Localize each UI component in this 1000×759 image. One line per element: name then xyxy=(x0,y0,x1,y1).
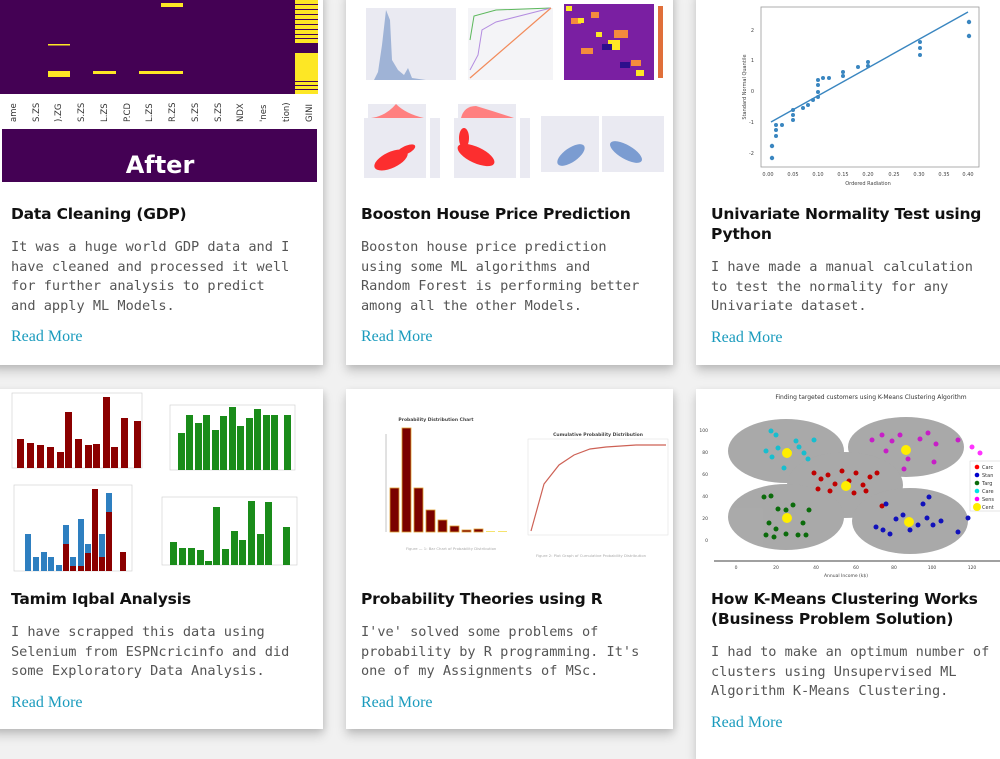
x-tick: 0.30 xyxy=(913,172,924,178)
legend-label: Cent xyxy=(982,505,994,511)
x-tick: 0.40 xyxy=(962,172,973,178)
legend-label: Sens xyxy=(982,497,994,503)
read-more-link[interactable]: Read More xyxy=(711,329,783,347)
kmeans-legend: Carc Stan Targ Care Sens Cent xyxy=(969,460,1000,512)
y-tick: 100 xyxy=(699,428,708,434)
project-card-house-price: Booston House Price Prediction Booston h… xyxy=(346,0,673,365)
axis-label: S.ZS xyxy=(191,103,201,122)
y-tick: 80 xyxy=(702,450,708,456)
card-description: I have scrapped this data using Selenium… xyxy=(11,624,290,680)
axis-label: tion) xyxy=(282,102,292,122)
probability-charts-image: Probability Distribution Chart Cumulativ… xyxy=(385,417,669,558)
read-more-link[interactable]: Read More xyxy=(711,714,783,732)
x-tick: 0.15 xyxy=(837,172,848,178)
read-more-link[interactable]: Read More xyxy=(361,694,433,712)
axis-label: ame xyxy=(9,103,19,122)
project-thumbnail: 2 1 0 -1 -2 0.00 0.05 0.10 0.15 0.20 0.2… xyxy=(696,0,1000,190)
project-thumbnail: Finding targeted customers using K-Means… xyxy=(696,389,1000,581)
x-tick: 0.20 xyxy=(862,172,873,178)
project-card-normality-test: 2 1 0 -1 -2 0.00 0.05 0.10 0.15 0.20 0.2… xyxy=(696,0,1000,365)
project-card-probability: Probability Distribution Chart Cumulativ… xyxy=(346,389,673,729)
axis-label: GINI xyxy=(305,104,315,122)
read-more-link[interactable]: Read More xyxy=(361,328,433,346)
card-description: I have made a manual calculation to test… xyxy=(711,259,973,315)
svg-text:Figure 2: Plot Graph of Cumula: Figure 2: Plot Graph of Cumulative Proba… xyxy=(536,553,647,558)
y-tick: -1 xyxy=(749,120,754,126)
x-tick: 80 xyxy=(891,565,897,571)
legend-label: Stan xyxy=(982,473,993,479)
legend-label: Targ xyxy=(981,481,992,487)
axis-label: S.ZS xyxy=(32,103,42,122)
axis-label: P.CD xyxy=(123,103,133,122)
read-more-link[interactable]: Read More xyxy=(11,694,83,712)
y-tick: 1 xyxy=(751,58,754,64)
bar-charts-image xyxy=(11,392,298,572)
project-card-data-cleaning: ame S.ZS ).ZG S.ZS L.ZS P.CD L.ZS R.ZS S… xyxy=(0,0,323,365)
axis-label: L.ZS xyxy=(100,103,110,122)
x-axis-label: Ordered Radiation xyxy=(845,181,891,187)
centroid xyxy=(782,513,792,523)
project-thumbnail xyxy=(346,0,673,180)
kmeans-chart-image: Finding targeted customers using K-Means… xyxy=(699,394,1000,579)
x-tick: 40 xyxy=(813,565,819,571)
x-tick: 20 xyxy=(773,565,779,571)
y-tick: 40 xyxy=(702,494,708,500)
project-thumbnail: Probability Distribution Chart Cumulativ… xyxy=(346,389,673,579)
x-tick: 0.10 xyxy=(812,172,823,178)
axis-label: S.ZS xyxy=(214,103,224,122)
project-thumbnail xyxy=(0,389,323,579)
card-description: It was a huge world GDP data and I have … xyxy=(11,239,290,314)
x-tick: 60 xyxy=(853,565,859,571)
banner-text: After xyxy=(126,151,195,179)
card-description: I've' solved some problems of probabilit… xyxy=(361,624,640,680)
x-tick: 100 xyxy=(928,565,937,571)
x-axis-label: Annual Income (k$) xyxy=(824,573,868,579)
x-tick: 0.35 xyxy=(938,172,949,178)
y-tick: 0 xyxy=(751,89,754,95)
heatmap-image: ame S.ZS ).ZG S.ZS L.ZS P.CD L.ZS R.ZS S… xyxy=(0,0,318,182)
card-title: Probability Theories using R xyxy=(361,590,603,608)
x-tick: 0 xyxy=(735,565,738,571)
card-description: I had to make an optimum number of clust… xyxy=(711,644,990,700)
card-description: Booston house price prediction using som… xyxy=(361,239,640,314)
x-tick: 0.25 xyxy=(888,172,899,178)
card-title: Booston House Price Prediction xyxy=(361,205,631,223)
card-title: How K-Means Clustering Works (Business P… xyxy=(711,590,978,628)
card-title: Univariate Normality Test using Python xyxy=(711,205,982,243)
x-tick: 120 xyxy=(968,565,977,571)
qq-plot-image: 2 1 0 -1 -2 0.00 0.05 0.10 0.15 0.20 0.2… xyxy=(742,6,980,187)
y-tick: 20 xyxy=(702,516,708,522)
axis-label: S.ZS xyxy=(77,103,87,122)
svg-text:Figure — 1: Bar Chart of Proba: Figure — 1: Bar Chart of Probability Dis… xyxy=(406,546,497,551)
x-tick: 0.05 xyxy=(787,172,798,178)
read-more-link[interactable]: Read More xyxy=(11,328,83,346)
axis-label: 'nes xyxy=(259,104,269,122)
card-title: Data Cleaning (GDP) xyxy=(11,205,187,223)
heatmap-axis-labels: ame S.ZS ).ZG S.ZS L.ZS P.CD L.ZS R.ZS S… xyxy=(9,102,315,122)
y-tick: 60 xyxy=(702,472,708,478)
y-tick: 0 xyxy=(705,538,708,544)
card-title: Tamim Iqbal Analysis xyxy=(11,590,191,608)
regression-charts-image xyxy=(364,4,664,178)
centroid xyxy=(904,517,914,527)
kmeans-chart-title: Finding targeted customers using K-Means… xyxy=(775,394,966,401)
y-tick: 2 xyxy=(751,28,754,34)
axis-label: ).ZG xyxy=(54,104,64,122)
centroid xyxy=(782,448,792,458)
y-axis-label: Standard Normal Quantile xyxy=(742,54,748,119)
axis-label: R.ZS xyxy=(168,102,178,122)
project-card-kmeans: Finding targeted customers using K-Means… xyxy=(696,389,1000,759)
right-chart-title: Cumulative Probability Distribution xyxy=(553,432,643,438)
axis-label: NDX xyxy=(236,103,246,122)
y-tick: -2 xyxy=(749,151,754,157)
legend-label: Carc xyxy=(982,465,994,471)
left-chart-title: Probability Distribution Chart xyxy=(398,417,474,423)
axis-label: L.ZS xyxy=(145,103,155,122)
centroid xyxy=(841,481,851,491)
project-card-tamim-iqbal: Tamim Iqbal Analysis I have scrapped thi… xyxy=(0,389,323,729)
legend-label: Care xyxy=(982,489,994,495)
centroid xyxy=(901,445,911,455)
x-tick: 0.00 xyxy=(762,172,773,178)
project-thumbnail: ame S.ZS ).ZG S.ZS L.ZS P.CD L.ZS R.ZS S… xyxy=(0,0,323,182)
